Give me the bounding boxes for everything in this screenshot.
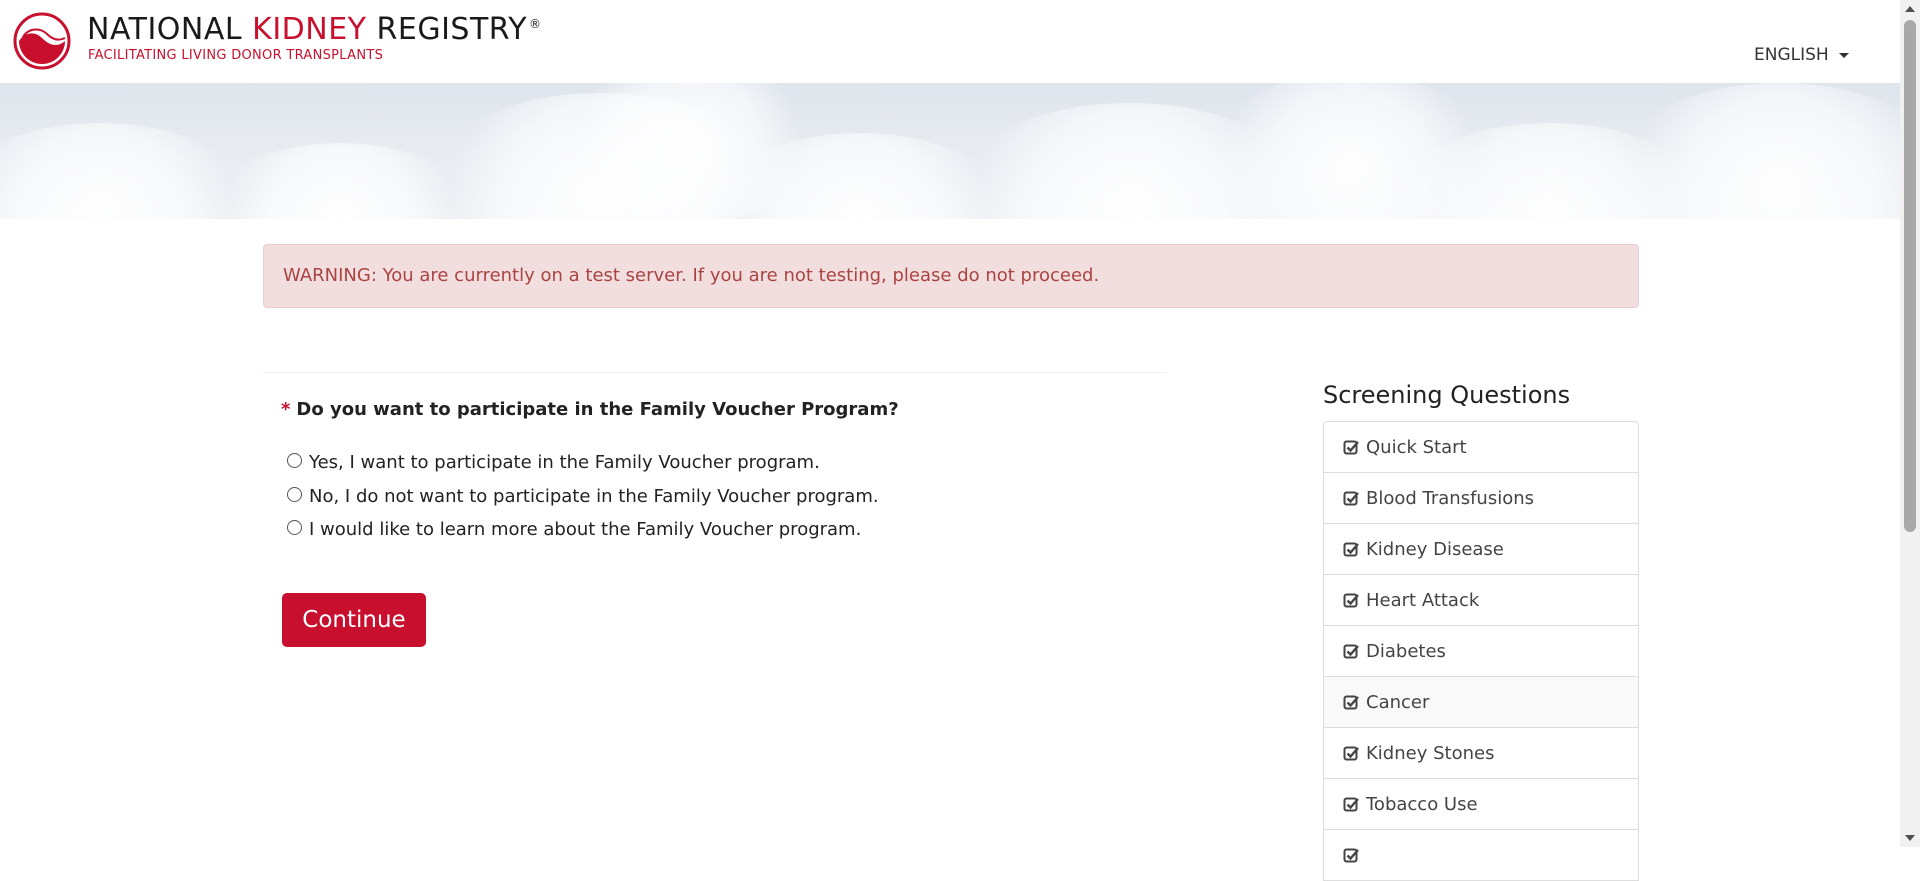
divider <box>263 372 1166 373</box>
sidebar-item-label: Diabetes <box>1366 640 1446 662</box>
option-yes-label: Yes, I want to participate in the Family… <box>309 452 820 473</box>
sidebar-item-label: Heart Attack <box>1366 589 1480 611</box>
sidebar-item-label: Kidney Disease <box>1366 538 1504 560</box>
check-square-icon <box>1343 542 1359 556</box>
sidebar-item-label: Cancer <box>1366 691 1430 713</box>
radio-yes[interactable] <box>287 453 302 468</box>
site-header: NATIONAL KIDNEY REGISTRY ® FACILITATING L… <box>0 0 1900 83</box>
scroll-up-icon[interactable] <box>1905 6 1915 12</box>
brand-name-part1: NATIONAL <box>87 12 253 47</box>
hero-clouds-banner <box>0 83 1900 219</box>
sidebar-item-kidney-stones[interactable]: Kidney Stones <box>1324 728 1638 779</box>
sidebar-item-blood-transfusions[interactable]: Blood Transfusions <box>1324 473 1638 524</box>
question-text: Do you want to participate in the Family… <box>296 399 899 420</box>
option-learn-more-label: I would like to learn more about the Fam… <box>309 519 862 540</box>
screening-questions-title: Screening Questions <box>1323 381 1571 409</box>
sidebar-item-label: Quick Start <box>1366 436 1467 458</box>
test-server-warning: WARNING: You are currently on a test ser… <box>263 244 1639 308</box>
check-square-icon <box>1343 797 1359 811</box>
check-square-icon <box>1343 644 1359 658</box>
sidebar-item-quick-start[interactable]: Quick Start <box>1324 422 1638 473</box>
caret-down-icon <box>1838 52 1849 58</box>
radio-no[interactable] <box>287 487 302 502</box>
sidebar-item-label: Tobacco Use <box>1366 793 1478 815</box>
sidebar-item-tobacco-use[interactable]: Tobacco Use <box>1324 779 1638 830</box>
screening-questions-list: Quick Start Blood Transfusions Kidney Di… <box>1323 421 1639 881</box>
option-no-label: No, I do not want to participate in the … <box>309 486 879 507</box>
check-square-icon <box>1343 491 1359 505</box>
brand-name[interactable]: NATIONAL KIDNEY REGISTRY ® <box>87 12 542 47</box>
language-dropdown[interactable]: ENGLISH <box>1754 45 1849 65</box>
scrollbar-thumb[interactable] <box>1904 20 1916 532</box>
page-scrollbar[interactable] <box>1900 0 1920 847</box>
sidebar-item-heart-attack[interactable]: Heart Attack <box>1324 575 1638 626</box>
option-yes[interactable]: Yes, I want to participate in the Family… <box>287 452 820 473</box>
sidebar-item-kidney-disease[interactable]: Kidney Disease <box>1324 524 1638 575</box>
check-square-icon <box>1343 440 1359 454</box>
sidebar-item-cancer[interactable]: Cancer <box>1324 677 1638 728</box>
scroll-down-icon[interactable] <box>1905 835 1915 841</box>
radio-learn-more[interactable] <box>287 520 302 535</box>
check-square-icon <box>1343 848 1359 862</box>
check-square-icon <box>1343 746 1359 760</box>
sidebar-item-partial[interactable] <box>1324 830 1638 881</box>
question-label: * Do you want to participate in the Famil… <box>281 399 899 420</box>
sidebar-item-label: Kidney Stones <box>1366 742 1495 764</box>
option-no[interactable]: No, I do not want to participate in the … <box>287 486 879 507</box>
language-label: ENGLISH <box>1754 45 1829 65</box>
brand-name-part2: KIDNEY <box>252 12 367 47</box>
option-learn-more[interactable]: I would like to learn more about the Fam… <box>287 519 861 540</box>
brand-tagline: FACILITATING LIVING DONOR TRANSPLANTS <box>88 48 384 63</box>
registry-logo-icon[interactable] <box>13 12 71 70</box>
required-asterisk: * <box>281 399 291 420</box>
sidebar-item-label: Blood Transfusions <box>1366 487 1535 509</box>
registered-mark: ® <box>529 17 542 31</box>
check-square-icon <box>1343 593 1359 607</box>
continue-button[interactable]: Continue <box>282 593 426 647</box>
brand-name-part3: REGISTRY <box>366 12 528 47</box>
sidebar-item-diabetes[interactable]: Diabetes <box>1324 626 1638 677</box>
check-square-icon <box>1343 695 1359 709</box>
